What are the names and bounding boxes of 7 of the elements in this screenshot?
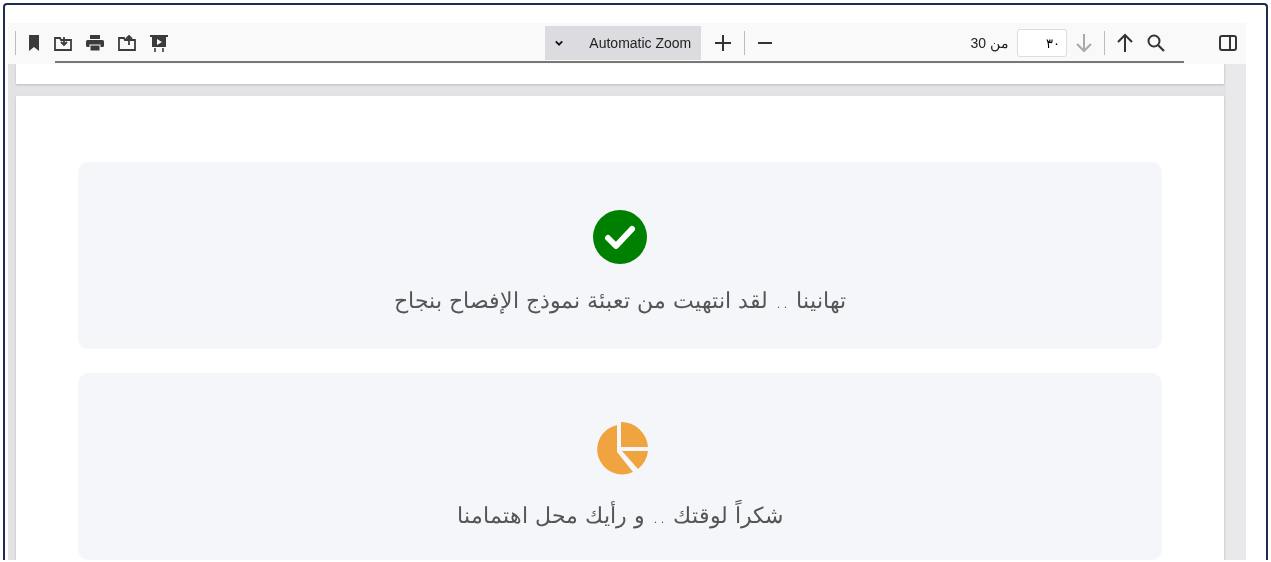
zoom-dropdown[interactable]: Automatic Zoom bbox=[545, 26, 702, 60]
page-number-field[interactable]: ٣٠ bbox=[1017, 29, 1067, 57]
message-text: تهانينا .. لقد انتهيت من تعبئة نموذج الإفصاح بنجاح bbox=[394, 288, 846, 313]
scrollbar[interactable] bbox=[1226, 64, 1246, 560]
caret-icon bbox=[555, 39, 564, 47]
check-circle-icon bbox=[593, 210, 647, 264]
page-count: من 30 bbox=[970, 35, 1009, 51]
